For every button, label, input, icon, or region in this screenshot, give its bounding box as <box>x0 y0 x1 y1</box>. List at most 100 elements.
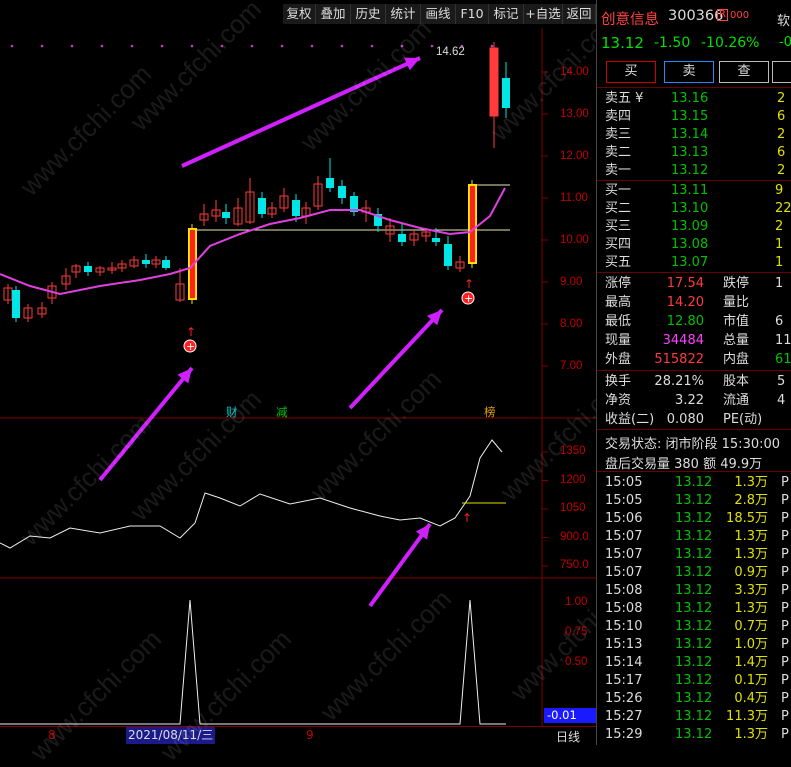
tick-row[interactable]: 15:27 13.12 11.3万 P <box>597 708 791 726</box>
dragon-tiger-marker[interactable]: 榜 <box>484 404 496 420</box>
price-tick: 10.00 <box>560 234 589 246</box>
restore-rights-button[interactable]: 复权 <box>283 4 316 24</box>
stat-label: 外盘 <box>605 352 632 367</box>
marker-dot <box>70 44 74 48</box>
tick-row[interactable]: 15:05 13.12 1.3万 P <box>597 474 791 492</box>
marker-dot <box>40 44 44 48</box>
down-candle <box>326 178 334 188</box>
candlesticks: ↑+↑+ <box>3 42 510 353</box>
more-button[interactable] <box>772 61 791 83</box>
tick-row[interactable]: 15:14 13.12 1.4万 P <box>597 654 791 672</box>
draw-line-button[interactable]: 画线 <box>421 4 456 24</box>
tick-time: 15:07 <box>605 547 643 562</box>
tick-row[interactable]: 15:08 13.12 3.3万 P <box>597 582 791 600</box>
tick-row[interactable]: 15:17 13.12 0.1万 P <box>597 672 791 690</box>
fundamental-value-2: 4 <box>777 393 786 408</box>
tick-row[interactable]: 15:05 13.12 2.8万 P <box>597 492 791 510</box>
price-tick: 8.00 <box>560 318 583 330</box>
bid-row[interactable]: 买一 13.11 9 <box>597 182 791 200</box>
tick-time: 15:17 <box>605 673 643 688</box>
reduce-holding-marker[interactable]: 减 <box>276 404 288 420</box>
stat-row: 涨停 17.54 跌停 1 <box>597 275 791 293</box>
tick-time: 15:29 <box>605 727 643 742</box>
history-button[interactable]: 历史 <box>351 4 386 24</box>
stat-label: 最低 <box>605 314 632 329</box>
bid-row[interactable]: 买五 13.07 1 <box>597 254 791 272</box>
price-tick: 13.00 <box>560 108 589 120</box>
stat-label-2: 市值 <box>723 314 750 329</box>
ask-price: 13.14 <box>671 127 709 142</box>
statistics-button[interactable]: 统计 <box>386 4 421 24</box>
tick-row[interactable]: 15:07 13.12 1.3万 P <box>597 546 791 564</box>
bid-row[interactable]: 买三 13.09 2 <box>597 218 791 236</box>
bid-row[interactable]: 买二 13.10 22 <box>597 200 791 218</box>
marker-dot <box>130 44 134 48</box>
ask-label: 卖三 <box>605 127 632 142</box>
tick-row[interactable]: 15:13 13.12 1.0万 P <box>597 636 791 654</box>
tick-time: 15:05 <box>605 493 643 508</box>
tick-price: 13.12 <box>675 673 713 688</box>
tick-row[interactable]: 15:26 13.12 0.4万 P <box>597 690 791 708</box>
stat-value-2: 1 <box>775 276 784 291</box>
trade-status: 交易状态: 闭市阶段 15:30:00 <box>605 437 781 452</box>
bid-row[interactable]: 买四 13.08 1 <box>597 236 791 254</box>
mark-button[interactable]: 标记 <box>489 4 524 24</box>
finance-marker[interactable]: 财 <box>226 404 238 420</box>
f10-button[interactable]: F10 <box>456 4 489 24</box>
tick-price: 13.12 <box>675 565 713 580</box>
tick-row[interactable]: 15:07 13.12 1.3万 P <box>597 528 791 546</box>
overlay-button[interactable]: 叠加 <box>316 4 351 24</box>
price-tick: 11.00 <box>560 192 588 204</box>
tick-direction: P <box>781 475 789 490</box>
query-button[interactable]: 查 <box>719 61 769 83</box>
down-candle <box>502 78 510 108</box>
ask-row[interactable]: 卖二 13.13 6 <box>597 144 791 162</box>
ask-label: 卖五 ¥ <box>605 91 644 106</box>
tick-direction: P <box>781 493 789 508</box>
add-favorite-button[interactable]: +自选 <box>524 4 563 24</box>
tick-row[interactable]: 15:10 13.12 0.7万 P <box>597 618 791 636</box>
ask-row[interactable]: 卖三 13.14 2 <box>597 126 791 144</box>
tick-direction: P <box>781 655 789 670</box>
ask-volume: 2 <box>777 91 786 106</box>
tick-time: 15:14 <box>605 655 643 670</box>
kline-chart[interactable]: ↑+↑+ ↑ <box>0 28 596 745</box>
ask-row[interactable]: 卖五 ¥ 13.16 2 <box>597 90 791 108</box>
back-button[interactable]: 返回 <box>563 4 596 24</box>
tick-direction: P <box>781 709 789 724</box>
down-candle <box>12 290 20 318</box>
stock-name: 创意信息 <box>601 12 659 28</box>
tick-row[interactable]: 15:06 13.12 18.5万 P <box>597 510 791 528</box>
tick-direction: P <box>781 637 789 652</box>
ask-price: 13.16 <box>671 91 709 106</box>
tick-volume: 2.8万 <box>734 493 768 508</box>
date-label-left: 8 <box>48 728 56 742</box>
ask-volume: 2 <box>777 127 786 142</box>
stat-value-2: 11 <box>775 333 791 348</box>
date-axis: 8 2021/08/11/三 9 日线 <box>0 726 596 746</box>
tick-time: 15:06 <box>605 511 643 526</box>
sell-button[interactable]: 卖 <box>664 61 714 83</box>
marker-dot <box>430 44 434 48</box>
marker-dot <box>310 44 314 48</box>
ask-row[interactable]: 卖一 13.12 2 <box>597 162 791 180</box>
fundamental-label: 换手 <box>605 374 632 389</box>
period-selector[interactable]: 日线 <box>556 728 580 745</box>
bid-label: 买三 <box>605 219 632 234</box>
tick-row[interactable]: 15:07 13.12 0.9万 P <box>597 564 791 582</box>
down-candle <box>398 234 406 242</box>
ask-row[interactable]: 卖四 13.15 6 <box>597 108 791 126</box>
bid-price: 13.10 <box>671 201 709 216</box>
tick-price: 13.12 <box>675 637 713 652</box>
tick-time: 15:13 <box>605 637 643 652</box>
buy-button[interactable]: 买 <box>606 61 656 83</box>
tick-row[interactable]: 15:29 13.12 1.3万 P <box>597 726 791 744</box>
tick-volume: 0.9万 <box>734 565 768 580</box>
ask-volume: 6 <box>777 145 786 160</box>
fundamental-row: 换手 28.21% 股本 5 <box>597 373 791 391</box>
tick-row[interactable]: 15:08 13.12 1.3万 P <box>597 600 791 618</box>
marker-dot <box>10 44 14 48</box>
stat-label-2: 量比 <box>723 295 750 310</box>
ask-label: 卖二 <box>605 145 632 160</box>
tick-price: 13.12 <box>675 547 713 562</box>
